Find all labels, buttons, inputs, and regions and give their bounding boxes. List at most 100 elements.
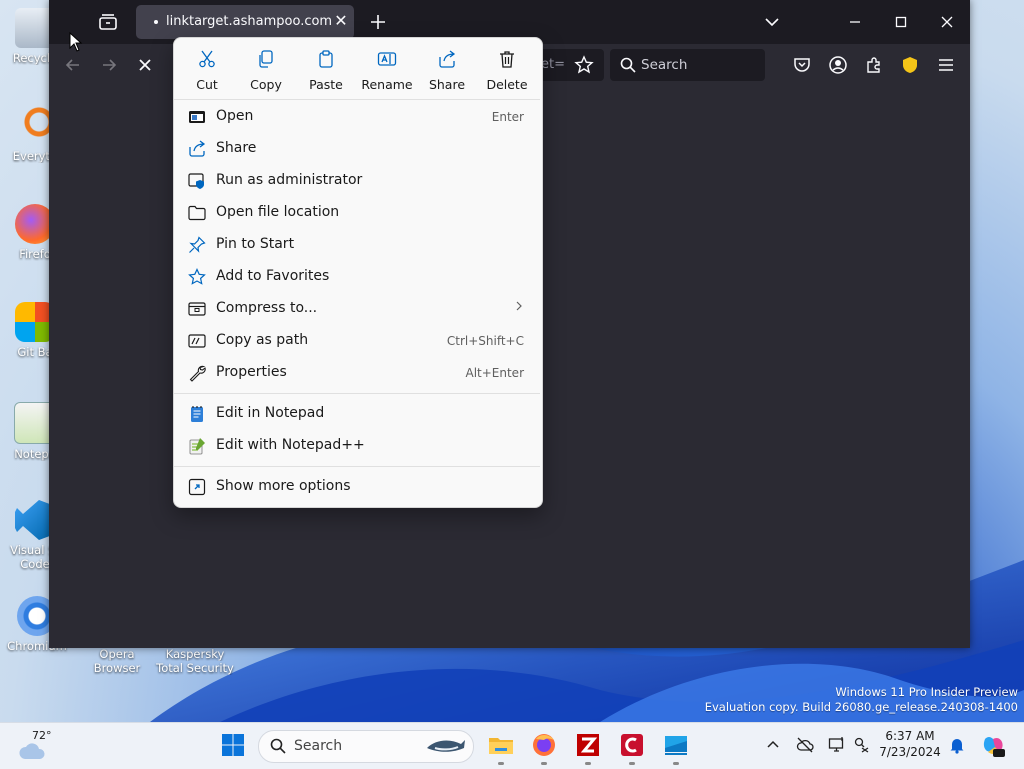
menu-item-add-to-favorites[interactable]: Add to Favorites [174, 262, 540, 292]
more-options-icon [188, 478, 206, 496]
desktop-icon-opera[interactable]: Opera Browser [82, 647, 152, 675]
taskbar-remote-desktop[interactable] [662, 731, 690, 759]
remote-desktop-icon [665, 736, 687, 755]
running-indicator [498, 762, 504, 765]
list-all-tabs-button[interactable] [760, 10, 784, 34]
tray-cloud-offline[interactable] [796, 736, 814, 754]
chevron-up-icon [767, 740, 779, 748]
wrench-icon [189, 365, 206, 382]
new-tab-button[interactable] [367, 11, 389, 33]
running-indicator [585, 762, 591, 765]
paste-button[interactable]: Paste [297, 46, 355, 92]
forward-button[interactable] [98, 54, 120, 76]
close-icon [139, 59, 151, 71]
pocket-button[interactable] [791, 54, 813, 76]
paste-label: Paste [309, 77, 343, 92]
weather-widget[interactable]: 72° [16, 729, 56, 763]
search-placeholder: Search [641, 57, 688, 73]
menu-item-label: Add to Favorites [216, 268, 330, 284]
url-text-fragment: et= [541, 57, 565, 72]
menu-item-copy-as-path[interactable]: Copy as path Ctrl+Shift+C [174, 326, 540, 356]
menu-item-edit-in-notepad[interactable]: Edit in Notepad [174, 399, 540, 429]
menu-item-show-more-options[interactable]: Show more options [174, 472, 540, 502]
extensions-button[interactable] [863, 54, 885, 76]
show-hidden-icons-button[interactable] [764, 736, 782, 754]
menu-item-label: Open [216, 108, 254, 124]
delete-button[interactable]: Delete [478, 46, 536, 92]
search-icon [620, 57, 636, 73]
copilot-button[interactable] [980, 733, 1006, 759]
menu-item-share[interactable]: Share [174, 134, 540, 164]
menu-item-label: Properties [216, 364, 287, 380]
menu-separator [174, 99, 540, 100]
monitor-icon [828, 737, 844, 752]
tray-display[interactable] [828, 736, 846, 754]
delete-label: Delete [486, 77, 528, 92]
pin-icon [189, 236, 206, 253]
menu-item-shortcut: Ctrl+Shift+C [446, 334, 524, 348]
maximize-button[interactable] [889, 10, 913, 34]
rename-button[interactable]: Rename [358, 46, 416, 92]
copy-button[interactable]: Copy [237, 46, 295, 92]
trash-icon [500, 51, 514, 68]
desktop-icon-kaspersky[interactable]: Kaspersky Total Security [152, 647, 238, 675]
notepadpp-icon [189, 438, 205, 455]
scissors-icon [199, 50, 215, 68]
taskbar-search-placeholder: Search [294, 738, 343, 754]
minimize-icon [850, 21, 860, 23]
desktop-icon-label: Opera [99, 647, 135, 661]
rename-label: Rename [361, 77, 413, 92]
folder-icon [188, 205, 206, 221]
taskbar-filezilla[interactable] [574, 731, 602, 759]
open-app-icon [189, 111, 205, 123]
minimize-button[interactable] [843, 10, 867, 34]
start-button[interactable] [219, 731, 247, 759]
arrow-right-icon [103, 59, 117, 71]
tab-linktarget[interactable]: linktarget.ashampoo.com/linkt ✕ [136, 5, 354, 39]
share-icon [439, 50, 456, 68]
menu-separator [174, 466, 540, 467]
shield-extension-button[interactable] [899, 54, 921, 76]
taskbar-firefox[interactable] [530, 731, 558, 759]
desktop-icon-label-line2: Total Security [156, 661, 234, 675]
menu-item-open[interactable]: Open Enter [174, 102, 540, 132]
stop-loading-button[interactable] [134, 54, 156, 76]
taskbar-search-input[interactable]: Search [258, 730, 474, 763]
notifications-button[interactable] [948, 736, 966, 754]
menu-item-label: Show more options [216, 478, 351, 494]
menu-item-edit-with-notepadpp[interactable]: Edit with Notepad++ [174, 431, 540, 461]
tray-network[interactable] [853, 736, 871, 754]
search-input[interactable]: Search [610, 49, 765, 81]
menu-item-label: Edit with Notepad++ [216, 437, 365, 453]
tab-close-icon[interactable]: ✕ [332, 12, 350, 30]
menu-item-compress-to[interactable]: Compress to... [174, 294, 540, 324]
bookmark-star-button[interactable] [573, 54, 595, 76]
pocket-icon [794, 58, 810, 72]
menu-item-properties[interactable]: Properties Alt+Enter [174, 358, 540, 388]
taskbar-file-explorer[interactable] [487, 731, 515, 759]
close-window-button[interactable] [935, 10, 959, 34]
weather-temperature: 72° [32, 729, 52, 742]
app-menu-button[interactable] [935, 54, 957, 76]
taskbar-clock[interactable]: 6:37 AM 7/23/2024 [878, 728, 942, 760]
menu-item-pin-to-start[interactable]: Pin to Start [174, 230, 540, 260]
share-quick-button[interactable]: Share [418, 46, 476, 92]
menu-separator [174, 393, 540, 394]
tab-overview-button[interactable] [97, 11, 119, 33]
firefox-icon [533, 734, 555, 756]
notepad-icon [191, 406, 203, 422]
menu-item-open-file-location[interactable]: Open file location [174, 198, 540, 228]
account-button[interactable] [827, 54, 849, 76]
search-highlight-orca-icon [427, 740, 465, 752]
menu-item-run-as-administrator[interactable]: Run as administrator [174, 166, 540, 196]
menu-item-label: Share [216, 140, 257, 156]
cut-button[interactable]: Cut [178, 46, 236, 92]
shield-icon [903, 57, 917, 73]
taskbar-ccleaner[interactable] [618, 731, 646, 759]
menu-item-label: Edit in Notepad [216, 405, 325, 421]
shield-admin-icon [188, 173, 204, 189]
back-button[interactable] [62, 54, 84, 76]
file-context-menu: Cut Copy Paste Rename Share Delete Open … [173, 37, 543, 508]
desktop-icon-label-line2: Browser [93, 661, 141, 675]
chevron-right-icon [514, 299, 524, 317]
